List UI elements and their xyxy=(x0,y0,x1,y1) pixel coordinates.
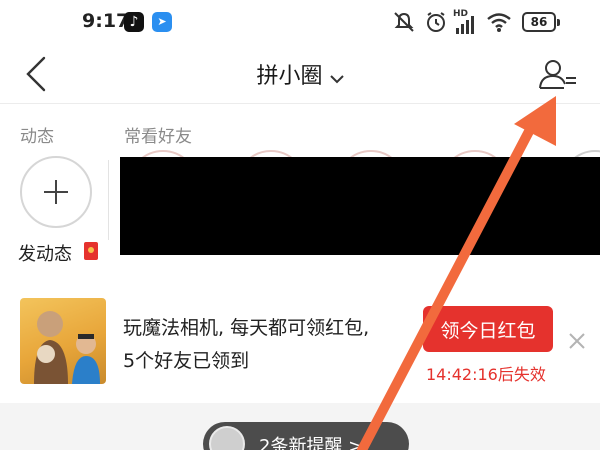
page-title: 拼小圈 xyxy=(256,64,323,89)
signal-icon xyxy=(456,16,474,34)
chevron-down-icon xyxy=(329,74,344,83)
tiktok-app-icon: ♪ xyxy=(124,12,144,32)
wifi-icon xyxy=(487,13,511,32)
status-time: 9:17 xyxy=(82,10,130,32)
new-reminders-button[interactable]: 2条新提醒 > xyxy=(203,422,409,450)
frequent-friends-label: 常看好友 xyxy=(124,127,192,147)
promo-thumbnail[interactable] xyxy=(20,298,106,384)
red-packet-icon xyxy=(84,242,98,260)
battery-indicator: 86 xyxy=(522,12,560,32)
promo-subtitle: 5个好友已领到 xyxy=(123,350,250,372)
post-moment-button[interactable] xyxy=(20,156,92,228)
status-bar: 9:17 ♪ ➤ HD 86 xyxy=(0,0,600,46)
reminder-avatar xyxy=(209,426,245,450)
close-icon xyxy=(569,333,585,349)
nav-bar: 拼小圈 xyxy=(0,46,600,104)
close-promo-button[interactable] xyxy=(566,330,588,352)
mute-icon xyxy=(394,12,414,32)
section-divider xyxy=(108,160,109,240)
post-moment-label: 发动态 xyxy=(18,244,72,265)
promo-title: 玩魔法相机, 每天都可领红包, xyxy=(123,317,370,339)
redaction-block xyxy=(120,157,600,255)
send-app-icon: ➤ xyxy=(152,12,172,32)
plus-icon xyxy=(44,180,68,204)
friend-list-icon xyxy=(539,60,576,89)
reminder-text: 2条新提醒 > xyxy=(259,436,364,450)
expire-countdown: 14:42:16后失效 xyxy=(426,365,546,384)
alarm-icon xyxy=(427,12,445,32)
claim-red-packet-button[interactable]: 领今日红包 xyxy=(423,306,553,352)
moments-label: 动态 xyxy=(20,127,54,147)
friend-list-button[interactable] xyxy=(536,54,580,94)
title-dropdown[interactable]: 拼小圈 xyxy=(0,58,600,90)
